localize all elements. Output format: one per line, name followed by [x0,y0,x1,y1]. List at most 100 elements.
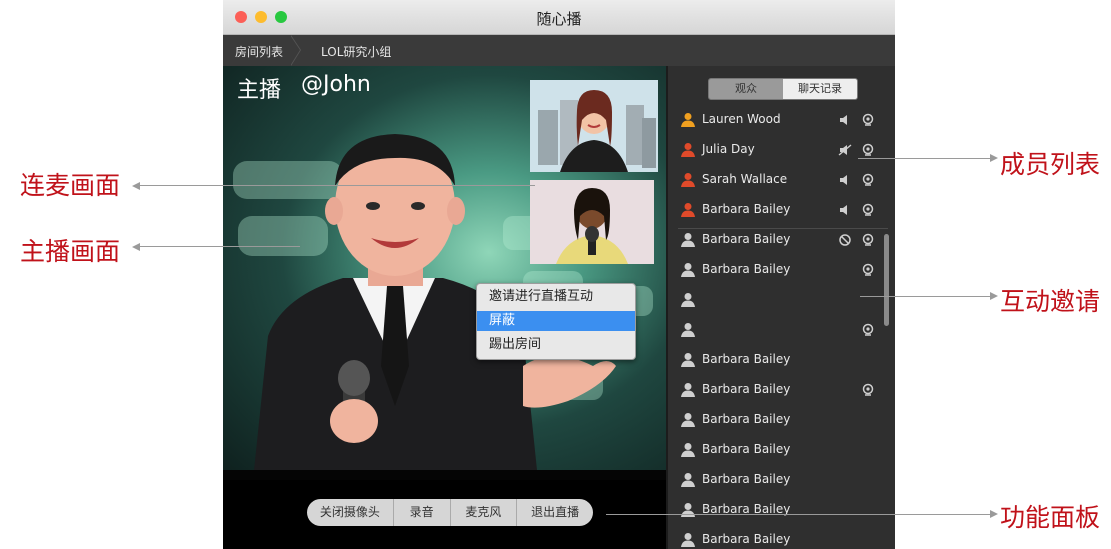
member-row[interactable]: Barbara Bailey [668,194,895,224]
camera-icon[interactable] [861,172,875,186]
title-bar: 随心播 [223,0,895,35]
speaker-muted-icon[interactable] [838,142,852,156]
member-name: Barbara Bailey [702,352,791,366]
speaker-icon[interactable] [838,202,852,216]
ban-icon[interactable] [838,232,852,246]
member-row[interactable]: Lauren Wood [668,104,895,134]
annotation-panel-line [606,514,990,515]
member-name: Barbara Bailey [702,232,791,246]
camera-icon[interactable] [861,142,875,156]
person-icon [680,352,696,368]
breadcrumb-separator-fill [290,35,300,66]
member-row[interactable]: Julia Day [668,134,895,164]
person-icon [680,112,696,128]
annotation-invite-line [860,296,990,297]
person-icon [680,142,696,158]
camera-icon[interactable] [861,202,875,216]
camera-icon[interactable] [861,322,875,336]
menu-item-kick[interactable]: 踢出房间 [477,335,635,355]
annotation-host-arrow-icon [132,243,140,251]
camera-icon[interactable] [861,232,875,246]
member-row[interactable]: Barbara Bailey [668,494,895,524]
annotation-invite: 互动邀请 [1000,287,1101,316]
member-row[interactable]: Barbara Bailey [668,344,895,374]
tab-chat-history[interactable]: 聊天记录 [783,79,857,99]
annotation-members: 成员列表 [1000,150,1101,179]
member-row[interactable]: Sarah Wallace [668,164,895,194]
tab-audience[interactable]: 观众 [709,79,783,99]
control-bar: 关闭摄像头 录音 麦克风 退出直播 [223,480,666,549]
member-row[interactable] [668,284,895,314]
window-title: 随心播 [536,10,582,28]
menu-item-block[interactable]: 屏蔽 [477,311,635,331]
camera-icon[interactable] [861,262,875,276]
breadcrumb: 房间列表 LOL研究小组 [223,35,895,66]
person-icon [680,202,696,218]
toggle-camera-button[interactable]: 关闭摄像头 [307,499,394,526]
person-icon [680,232,696,248]
annotation-members-line [858,158,990,159]
annotation-co-host: 连麦画面 [20,171,121,200]
member-row[interactable]: Barbara Bailey [668,254,895,284]
member-row[interactable]: Barbara Bailey [668,464,895,494]
annotation-members-arrow-icon [990,154,998,162]
member-name: Julia Day [702,142,755,156]
host-video: 主播 @John [223,66,666,480]
exit-live-button[interactable]: 退出直播 [517,499,593,526]
breadcrumb-room-list[interactable]: 房间列表 [235,43,283,60]
person-icon [680,472,696,488]
annotation-invite-arrow-icon [990,292,998,300]
annotation-co-host-arrow-icon [132,182,140,190]
speaker-icon[interactable] [838,172,852,186]
host-label: 主播 [237,78,282,103]
breadcrumb-current-room: LOL研究小组 [321,45,392,59]
member-name: Barbara Bailey [702,202,791,216]
person-icon [680,382,696,398]
member-row[interactable] [668,314,895,344]
app-window: 随心播 房间列表 LOL研究小组 主播 @John 关闭摄像头 录音 麦克风 退… [223,0,895,549]
member-row[interactable]: Barbara Bailey [668,404,895,434]
person-icon [680,292,696,308]
annotation-panel-arrow-icon [990,510,998,518]
annotation-co-host-line [140,185,535,186]
annotation-panel: 功能面板 [1000,503,1101,532]
co-host-video-1[interactable] [530,80,658,172]
member-name: Barbara Bailey [702,382,791,396]
member-name: Barbara Bailey [702,472,791,486]
host-name: @John [301,72,371,97]
microphone-button[interactable]: 麦克风 [451,499,518,526]
member-row[interactable]: Barbara Bailey [668,374,895,404]
speaker-icon[interactable] [838,112,852,126]
member-list-scrollbar[interactable] [884,234,889,326]
member-panel: 观众 聊天记录 Lauren Wood Julia Day Sarah Wallac… [666,66,895,549]
function-panel: 关闭摄像头 录音 麦克风 退出直播 [307,499,593,526]
person-icon [680,172,696,188]
camera-icon[interactable] [861,382,875,396]
member-row[interactable]: Barbara Bailey [668,224,895,254]
panel-tab-switch: 观众 聊天记录 [708,78,858,100]
annotation-host: 主播画面 [20,237,121,266]
member-name: Sarah Wallace [702,172,788,186]
camera-icon[interactable] [861,112,875,126]
person-icon [680,532,696,548]
person-icon [680,442,696,458]
co-host-video-2[interactable] [530,180,654,264]
member-name: Barbara Bailey [702,262,791,276]
record-button[interactable]: 录音 [394,499,451,526]
member-row[interactable]: Barbara Bailey [668,434,895,464]
member-name: Barbara Bailey [702,532,791,546]
menu-item-invite-interaction[interactable]: 邀请进行直播互动 [477,287,635,307]
person-icon [680,412,696,428]
menu-item-label: 踢出房间 [489,337,542,352]
member-name: Barbara Bailey [702,442,791,456]
person-icon [680,262,696,278]
member-name: Barbara Bailey [702,412,791,426]
person-icon [680,322,696,338]
menu-item-label: 邀请进行直播互动 [489,289,594,304]
person-icon [680,502,696,518]
menu-item-label: 屏蔽 [489,313,516,328]
member-name: Lauren Wood [702,112,781,126]
member-context-menu: 邀请进行直播互动 屏蔽 踢出房间 [476,283,636,360]
member-row[interactable]: Barbara Bailey [668,524,895,549]
annotation-host-line [140,246,300,247]
